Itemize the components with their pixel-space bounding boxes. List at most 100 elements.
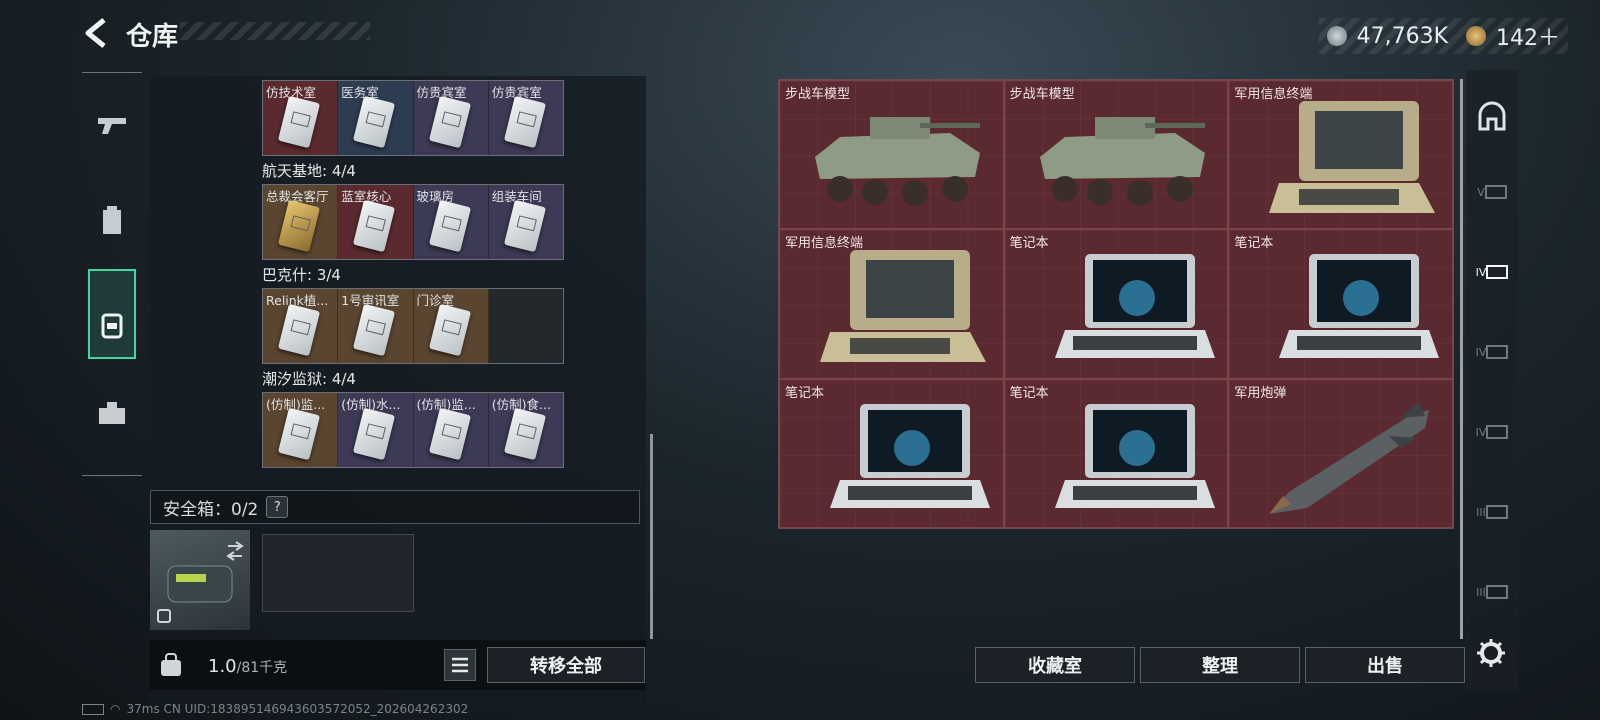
safe-box-slot[interactable] [150, 530, 250, 630]
armor-icon [103, 206, 121, 234]
tier-iv-tab[interactable]: IV [1474, 334, 1510, 370]
keycard-icon [277, 303, 321, 357]
grid-item[interactable]: 军用信息终端 [779, 229, 1004, 379]
keycard-item[interactable]: (仿制)水... [338, 393, 414, 467]
keycard-item[interactable]: 仿贵宾室 [413, 81, 489, 155]
backpack-icon [101, 313, 123, 339]
list-view-button[interactable] [444, 649, 476, 681]
keycard-icon [277, 95, 321, 149]
tier-iv-tab[interactable]: IV [1474, 414, 1510, 450]
case-icon [1485, 585, 1508, 599]
keycard-item[interactable]: 仿贵宾室 [488, 81, 563, 155]
tier-iii-tab[interactable]: III [1474, 574, 1510, 610]
settings-gear-icon[interactable] [1476, 638, 1506, 668]
section-title-aerospace: 航天基地: 4/4 [262, 162, 356, 180]
transfer-all-button[interactable]: 转移全部 [487, 647, 645, 683]
keycard-icon [353, 95, 396, 149]
title-stripe [180, 22, 370, 40]
keycard-icon [353, 407, 396, 461]
storage-grid: 步战车模型 步战车模型 军用信息终端 军用信息终端 笔记本 笔记本 笔记本 笔记… [778, 79, 1454, 529]
keycard-item[interactable]: 总裁会客厅 [263, 185, 339, 259]
tier-label: III [1476, 505, 1486, 519]
tier-iii-tab[interactable]: III [1474, 494, 1510, 530]
left-scrollbar[interactable] [650, 434, 653, 639]
keycard-item[interactable]: 1号审讯室 [338, 289, 414, 363]
helmet-icon [1478, 101, 1506, 131]
keycard-item[interactable]: 仿技术室 [263, 81, 339, 155]
grid-item[interactable]: 笔记本 [1003, 378, 1229, 528]
keycard-icon [428, 407, 471, 461]
apc-model-icon [815, 117, 980, 206]
laptop-icon [1054, 254, 1215, 359]
safe-box-title: 安全箱：0/2 [163, 499, 259, 520]
wifi-icon: ◠ [110, 702, 121, 716]
tier-label: IV [1475, 345, 1487, 359]
right-nav: V IV IV IV III III [1466, 70, 1518, 690]
keycard-icon [353, 303, 396, 357]
sort-button[interactable]: 整理 [1140, 647, 1300, 683]
keycard-empty-slot[interactable] [488, 289, 563, 363]
back-arrow-icon[interactable] [80, 16, 114, 50]
weapon-tab[interactable] [88, 101, 136, 149]
keycard-icon [503, 199, 546, 253]
keycard-item[interactable]: 蓝室核心 [338, 185, 414, 259]
keycard-item[interactable]: 玻璃房 [413, 185, 489, 259]
grid-item[interactable]: 步战车模型 [1003, 80, 1229, 230]
grid-item[interactable]: 步战车模型 [779, 80, 1004, 230]
helmet-filter-tab[interactable] [1474, 98, 1510, 134]
battery-icon [82, 704, 104, 715]
case-icon [1486, 345, 1509, 359]
keycard-row-3: (仿制)监... (仿制)水... (仿制)监... (仿制)食... [262, 392, 564, 468]
status-bar: ◠ 37ms CN UID:18389514694360357​2052_2026… [82, 702, 468, 716]
grid-item[interactable]: 军用炮弹 [1228, 378, 1453, 528]
toolbox-icon [99, 402, 125, 424]
status-text: 37ms CN UID:18389514694360357​2052_20260… [126, 702, 469, 716]
keycard-item[interactable]: (仿制)监... [263, 393, 339, 467]
keycard-row-2: Relink植... 1号审讯室 门诊室 [262, 288, 564, 364]
weight-value: 1.0 [208, 656, 237, 677]
case-icon [1485, 505, 1508, 519]
keycard-row-0: 仿技术室 医务室 仿贵宾室 仿贵宾室 [262, 80, 564, 156]
currency-bar: 47,763K 142＋ [1318, 18, 1568, 54]
tier-v-tab[interactable]: V [1474, 174, 1510, 210]
military-terminal-icon [1269, 101, 1436, 213]
money-coin-icon [1326, 26, 1347, 46]
armor-tab[interactable] [88, 197, 136, 245]
grid-item[interactable]: 军用信息终端 [1228, 80, 1453, 230]
weight-readout: 1.0/81千克 [208, 656, 287, 677]
keycard-item[interactable]: (仿制)食... [488, 393, 563, 467]
laptop-icon [1054, 403, 1215, 508]
safe-case-icon [157, 541, 244, 623]
keycard-item[interactable]: 门诊室 [413, 289, 489, 363]
toolbox-tab[interactable] [88, 389, 136, 437]
right-scrollbar[interactable] [1460, 79, 1463, 639]
keycard-icon [353, 199, 396, 253]
keycard-row-1: 总裁会客厅 蓝室核心 玻璃房 组装车间 [262, 184, 564, 260]
sell-button[interactable]: 出售 [1305, 647, 1465, 683]
artillery-shell-icon [1269, 401, 1430, 514]
grid-item[interactable]: 笔记本 [1003, 229, 1229, 379]
section-title-bakesh: 巴克什: 3/4 [262, 266, 341, 284]
grid-item[interactable]: 笔记本 [1228, 229, 1453, 379]
keycard-item[interactable]: 医务室 [338, 81, 414, 155]
token-coin-icon [1466, 26, 1486, 46]
safe-box-empty-slot[interactable] [262, 534, 414, 612]
keycard-icon [503, 407, 546, 461]
collection-room-button[interactable]: 收藏室 [975, 647, 1135, 683]
backpack-tab[interactable] [88, 269, 136, 359]
keycard-icon [277, 407, 321, 461]
grid-item[interactable]: 笔记本 [779, 378, 1004, 528]
keycard-item[interactable]: (仿制)监... [413, 393, 489, 467]
tier-iv-tab-active[interactable]: IV [1474, 254, 1510, 290]
keycard-item[interactable]: 组装车间 [488, 185, 563, 259]
help-icon[interactable]: ? [266, 496, 289, 518]
keycard-item[interactable]: Relink植... [263, 289, 339, 363]
section-title-tidal-prison: 潮汐监狱: 4/4 [262, 370, 356, 388]
token-amount[interactable]: 142＋ [1496, 20, 1560, 52]
laptop-icon [1279, 254, 1440, 359]
military-terminal-icon [820, 250, 986, 363]
tier-label: V [1477, 185, 1485, 199]
keycard-icon [428, 199, 471, 253]
keycard-icon [428, 303, 471, 357]
list-icon [452, 657, 468, 673]
